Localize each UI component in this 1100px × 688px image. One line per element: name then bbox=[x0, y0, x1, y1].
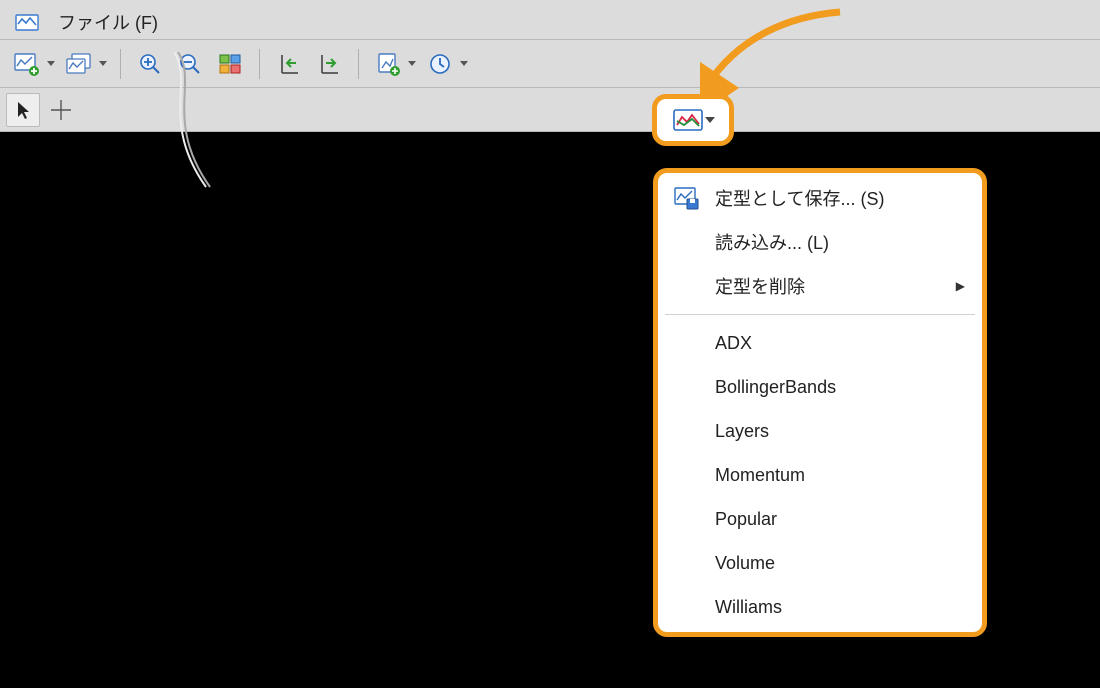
crosshair-tool-button[interactable] bbox=[44, 93, 78, 127]
menu-file[interactable]: ファイル (F) bbox=[58, 9, 158, 35]
templates-button[interactable] bbox=[671, 103, 705, 137]
chart-profiles-button[interactable] bbox=[62, 47, 96, 81]
menu-template-item[interactable]: Williams bbox=[661, 585, 979, 629]
blank-icon bbox=[671, 227, 701, 257]
toolbar-separator bbox=[358, 49, 359, 79]
menu-delete-template-label: 定型を削除 bbox=[715, 273, 942, 299]
indicators-button[interactable] bbox=[371, 47, 405, 81]
menu-template-item-label: Volume bbox=[715, 553, 965, 574]
zoom-in-button[interactable] bbox=[133, 47, 167, 81]
cursor-tool-button[interactable] bbox=[6, 93, 40, 127]
toolbar bbox=[0, 40, 1100, 88]
templates-dropdown-menu: 定型として保存... (S) 読み込み... (L) 定型を削除 ▶ ADX B… bbox=[653, 168, 987, 637]
zoom-out-button[interactable] bbox=[173, 47, 207, 81]
menu-template-item-label: Momentum bbox=[715, 465, 965, 486]
templates-dropdown-icon[interactable] bbox=[705, 103, 715, 137]
menubar: ファイル (F) bbox=[0, 0, 1100, 40]
menu-save-template[interactable]: 定型として保存... (S) bbox=[661, 176, 979, 220]
menu-template-item[interactable]: Volume bbox=[661, 541, 979, 585]
menu-template-item[interactable]: Momentum bbox=[661, 453, 979, 497]
drawing-toolbar bbox=[0, 88, 1100, 132]
shift-right-button[interactable] bbox=[312, 47, 346, 81]
submenu-arrow-icon: ▶ bbox=[956, 279, 965, 293]
menu-template-item[interactable]: Popular bbox=[661, 497, 979, 541]
tile-windows-button[interactable] bbox=[213, 47, 247, 81]
menu-save-template-label: 定型として保存... (S) bbox=[715, 185, 965, 211]
shift-left-button[interactable] bbox=[272, 47, 306, 81]
menu-template-item[interactable]: Layers bbox=[661, 409, 979, 453]
toolbar-separator bbox=[259, 49, 260, 79]
menu-template-item-label: Layers bbox=[715, 421, 965, 442]
menu-template-item-label: ADX bbox=[715, 333, 965, 354]
menu-delete-template[interactable]: 定型を削除 ▶ bbox=[661, 264, 979, 308]
periodicity-button[interactable] bbox=[423, 47, 457, 81]
new-chart-button[interactable] bbox=[10, 47, 44, 81]
menu-template-item-label: Williams bbox=[715, 597, 965, 618]
menu-template-item-label: BollingerBands bbox=[715, 377, 965, 398]
app-icon bbox=[10, 5, 44, 39]
new-chart-dropdown-icon[interactable] bbox=[46, 47, 56, 81]
blank-icon bbox=[671, 271, 701, 301]
toolbar-separator bbox=[120, 49, 121, 79]
menu-template-item[interactable]: ADX bbox=[661, 321, 979, 365]
menu-template-item[interactable]: BollingerBands bbox=[661, 365, 979, 409]
indicators-dropdown-icon[interactable] bbox=[407, 47, 417, 81]
save-icon bbox=[671, 183, 701, 213]
menu-load-template[interactable]: 読み込み... (L) bbox=[661, 220, 979, 264]
menu-load-template-label: 読み込み... (L) bbox=[715, 229, 965, 255]
periodicity-dropdown-icon[interactable] bbox=[459, 47, 469, 81]
chart-profiles-dropdown-icon[interactable] bbox=[98, 47, 108, 81]
menu-separator bbox=[665, 314, 975, 315]
menu-template-item-label: Popular bbox=[715, 509, 965, 530]
templates-button-highlight bbox=[652, 94, 734, 146]
